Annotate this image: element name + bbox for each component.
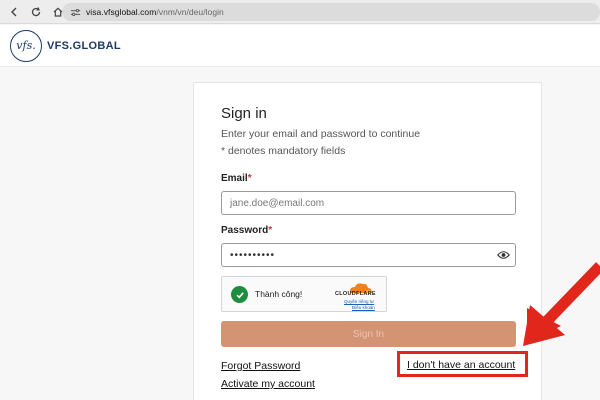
- captcha-terms-link[interactable]: Điều khoản: [352, 305, 375, 310]
- login-card: Sign in Enter your email and password to…: [193, 82, 542, 400]
- email-label-text: Email: [221, 173, 248, 184]
- required-mark: *: [247, 173, 252, 184]
- vfs-logo-icon[interactable]: vfs.: [10, 29, 42, 62]
- password-label-text: Password: [221, 225, 269, 236]
- back-icon[interactable]: [6, 4, 22, 20]
- mandatory-note: * denotes mandatory fields: [221, 145, 346, 157]
- no-account-link[interactable]: I don't have an account: [407, 359, 515, 371]
- captcha-status: Thành công!: [255, 289, 303, 299]
- cloudflare-brand: CLOUDFLARE: [335, 291, 376, 297]
- success-check-icon: [231, 286, 248, 303]
- url-text: visa.vfsglobal.com/vnm/vn/deu/login: [86, 7, 224, 17]
- reload-icon[interactable]: [28, 4, 44, 20]
- page-title: Sign in: [221, 105, 267, 122]
- url-path: /vnm/vn/deu/login: [156, 7, 224, 17]
- url-host: visa.vfsglobal.com: [86, 7, 157, 17]
- password-label: Password*: [221, 225, 272, 236]
- sign-in-button[interactable]: Sign In: [221, 321, 516, 347]
- forgot-password-link[interactable]: Forgot Password: [221, 360, 300, 372]
- password-field[interactable]: [221, 243, 516, 267]
- address-bar[interactable]: visa.vfsglobal.com/vnm/vn/deu/login: [62, 3, 600, 21]
- browser-toolbar: visa.vfsglobal.com/vnm/vn/deu/login: [0, 0, 600, 24]
- show-password-eye-icon[interactable]: [497, 249, 510, 261]
- cloudflare-captcha-widget[interactable]: Thành công! CLOUDFLARE Quyền riêng tư Đi…: [221, 276, 387, 312]
- site-header: vfs. VFS.GLOBAL: [0, 25, 600, 67]
- captcha-privacy-link[interactable]: Quyền riêng tư: [344, 299, 374, 304]
- logo-mark: vfs.: [16, 39, 36, 52]
- site-settings-icon[interactable]: [68, 5, 82, 19]
- email-field[interactable]: [221, 191, 516, 215]
- logo-text[interactable]: VFS.GLOBAL: [47, 40, 121, 52]
- activate-account-link[interactable]: Activate my account: [221, 378, 315, 390]
- email-label: Email*: [221, 173, 252, 184]
- required-mark: *: [268, 225, 273, 236]
- login-subtitle: Enter your email and password to continu…: [221, 128, 421, 140]
